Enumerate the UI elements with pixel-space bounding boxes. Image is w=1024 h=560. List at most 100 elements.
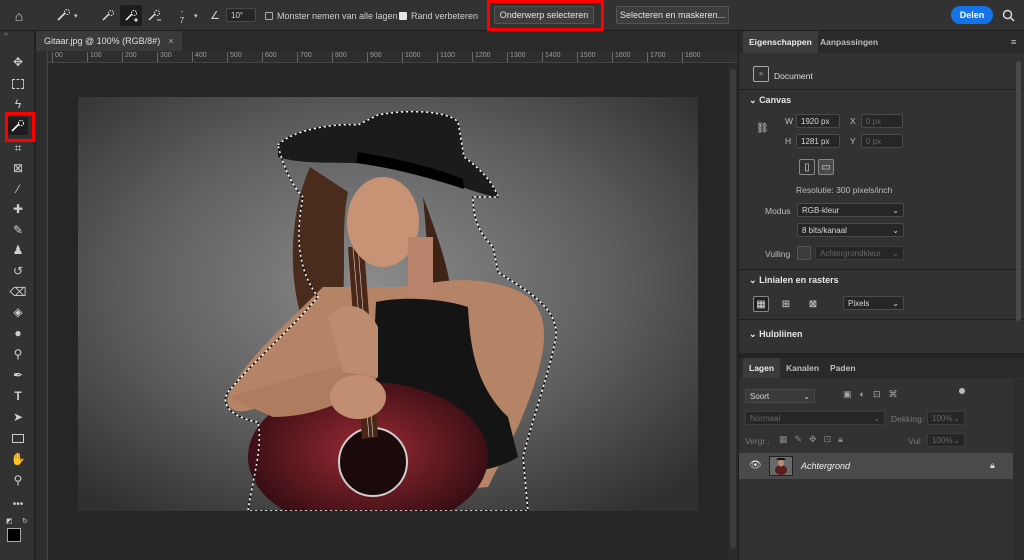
tab-channels[interactable]: Kanalen	[780, 358, 825, 378]
blend-mode-select[interactable]: Normaal ⌄	[745, 411, 885, 425]
width-field[interactable]: 1920 px	[796, 114, 840, 128]
home-icon[interactable]: ⌂	[10, 0, 28, 31]
height-field[interactable]: 1281 px	[796, 134, 840, 148]
mode-select[interactable]: RGB-kleur ⌄	[797, 203, 904, 217]
new-selection-icon[interactable]	[98, 0, 118, 31]
properties-scrollbar[interactable]	[1013, 31, 1023, 341]
dodge-tool-icon[interactable]: ⚲	[8, 345, 28, 363]
opacity-field[interactable]: 100% ⌄	[927, 411, 965, 425]
grid-icon[interactable]: ⊞	[778, 296, 794, 312]
document-tab[interactable]: Gitaar.jpg @ 100% (RGB/8#) ×	[36, 31, 182, 51]
quick-selection-preset-icon[interactable]	[52, 0, 76, 31]
refine-edge-label: Rand verbeteren	[411, 10, 479, 21]
layer-thumbnail	[769, 456, 793, 476]
x-field[interactable]: 0 px	[861, 114, 903, 128]
filter-toggle-icon[interactable]	[959, 388, 965, 394]
swap-colors-icon[interactable]: ↻	[22, 517, 28, 525]
layers-scrollbar[interactable]	[1013, 379, 1024, 560]
brush-size-display[interactable]: - 7	[176, 0, 188, 31]
tab-adjustments[interactable]: Aanpassingen	[814, 31, 884, 53]
share-button[interactable]: Delen	[951, 6, 993, 24]
rulers-section-title[interactable]: ⌄ Linialen en rasters	[749, 275, 839, 286]
refine-edge-checkbox[interactable]	[399, 11, 407, 20]
ruler-mark: 1200	[472, 52, 491, 62]
path-selection-tool-icon[interactable]: ➤	[8, 408, 28, 426]
blur-tool-icon[interactable]: ●	[8, 324, 28, 342]
guides-section-title[interactable]: ⌄ Hulplijnen	[749, 329, 803, 337]
type-tool-icon[interactable]: T	[8, 387, 28, 405]
ruler-toggle-icon[interactable]: ▦	[753, 296, 769, 312]
tab-properties[interactable]: Eigenschappen	[743, 31, 818, 53]
sample-all-layers-option[interactable]: Monster nemen van alle lagen	[265, 0, 398, 31]
horizontal-ruler[interactable]: 00 100 200 300 400 500 600 700 800 900 1000 1100 120…	[48, 51, 738, 63]
sample-all-layers-checkbox[interactable]	[265, 11, 273, 20]
portrait-orientation-icon[interactable]: ▯	[799, 159, 815, 175]
add-to-selection-icon[interactable]	[120, 5, 142, 26]
fill-color-swatch[interactable]	[797, 246, 811, 260]
default-colors-icon[interactable]: ◩	[6, 517, 13, 525]
select-subject-button[interactable]: Onderwerp selecteren	[494, 6, 594, 24]
move-tool-icon[interactable]: ✥	[8, 53, 28, 71]
ruler-mark: 1700	[647, 52, 666, 62]
x-label: X	[850, 116, 856, 126]
visibility-eye-icon[interactable]: 👁︎	[749, 460, 762, 471]
ruler-mark: 800	[332, 52, 347, 62]
quick-selection-tool-icon[interactable]	[8, 117, 28, 135]
ruler-mark: 1000	[402, 52, 421, 62]
healing-brush-tool-icon[interactable]: ✚	[8, 200, 28, 218]
layer-filter-icons[interactable]: ▣◐⊡⌘	[843, 389, 905, 400]
collapse-icon[interactable]: »	[4, 31, 8, 38]
angle-input[interactable]: 10°	[226, 8, 256, 22]
subtract-from-selection-icon[interactable]	[144, 0, 164, 31]
tab-paths[interactable]: Paden	[824, 358, 862, 378]
marquee-tool-icon[interactable]	[8, 75, 28, 93]
canvas-section-title[interactable]: ⌄ Canvas	[749, 95, 791, 106]
chevron-down-icon[interactable]: ▾	[74, 0, 78, 31]
crop-tool-icon[interactable]: ⌗	[8, 139, 28, 157]
bits-select[interactable]: 8 bits/kanaal ⌄	[797, 223, 904, 237]
foreground-color-swatch[interactable]	[7, 528, 21, 542]
vertical-ruler[interactable]	[36, 51, 48, 560]
brush-chevron-icon[interactable]: ▾	[194, 0, 198, 31]
rectangle-tool-icon[interactable]	[8, 429, 28, 447]
close-icon[interactable]: ×	[168, 36, 173, 46]
eyedropper-tool-icon[interactable]: ⁄	[8, 180, 28, 198]
ruler-units-select[interactable]: Pixels ⌄	[843, 296, 904, 310]
ruler-mark: 1500	[577, 52, 596, 62]
paint-bucket-tool-icon[interactable]: ◈	[8, 303, 28, 321]
ruler-mark: 1600	[612, 52, 631, 62]
y-field[interactable]: 0 px	[861, 134, 903, 148]
document-image[interactable]	[78, 97, 698, 532]
layer-row[interactable]: 👁︎ Achtergrond 🔒︎	[739, 453, 1013, 479]
eraser-tool-icon[interactable]: ⌫	[8, 283, 28, 301]
canvas-scrollbar[interactable]	[728, 63, 738, 560]
layer-fill-field[interactable]: 100% ⌄	[927, 433, 965, 447]
layer-filter-select[interactable]: Soort ⌄	[745, 389, 815, 403]
pixel-grid-icon[interactable]: ⊠	[805, 296, 821, 312]
pen-tool-icon[interactable]: ✒	[8, 366, 28, 384]
ruler-mark: 600	[262, 52, 277, 62]
brush-tool-icon[interactable]: ✎	[8, 221, 28, 239]
fill-select[interactable]: Achtergrondkleur ⌄	[815, 246, 904, 260]
clone-stamp-tool-icon[interactable]: ♟	[8, 241, 28, 259]
hand-tool-icon[interactable]: ✋	[8, 450, 28, 468]
guides-section-label: Hulplijnen	[759, 329, 803, 337]
search-icon[interactable]	[1002, 0, 1015, 31]
zoom-tool-icon[interactable]: ⚲	[8, 471, 28, 489]
more-tools-icon[interactable]: •••	[8, 495, 28, 513]
history-brush-tool-icon[interactable]: ↺	[8, 262, 28, 280]
landscape-orientation-icon[interactable]: ▭	[818, 159, 834, 175]
lock-icon: 🔒︎	[990, 460, 995, 470]
lock-icons[interactable]: ▦✎✥⊡🔒︎	[779, 434, 850, 445]
link-icon[interactable]: ⛓	[756, 123, 769, 134]
tab-layers[interactable]: Lagen	[743, 358, 781, 378]
opacity-label: Dekking:	[891, 414, 925, 424]
lasso-tool-icon[interactable]: ϟ	[8, 95, 28, 113]
refine-edge-option[interactable]: Rand verbeteren	[399, 0, 478, 31]
mode-value: RGB-kleur	[802, 205, 840, 215]
options-bar: ⌂ ▾ - 7 ▾ ∠ 10° Monster nemen van alle l…	[0, 0, 1024, 31]
frame-tool-icon[interactable]: ⊠	[8, 159, 28, 177]
ruler-units-value: Pixels	[848, 298, 870, 308]
select-and-mask-button[interactable]: Selecteren en maskeren...	[616, 6, 729, 24]
chevron-down-icon: ⌄	[892, 205, 899, 215]
